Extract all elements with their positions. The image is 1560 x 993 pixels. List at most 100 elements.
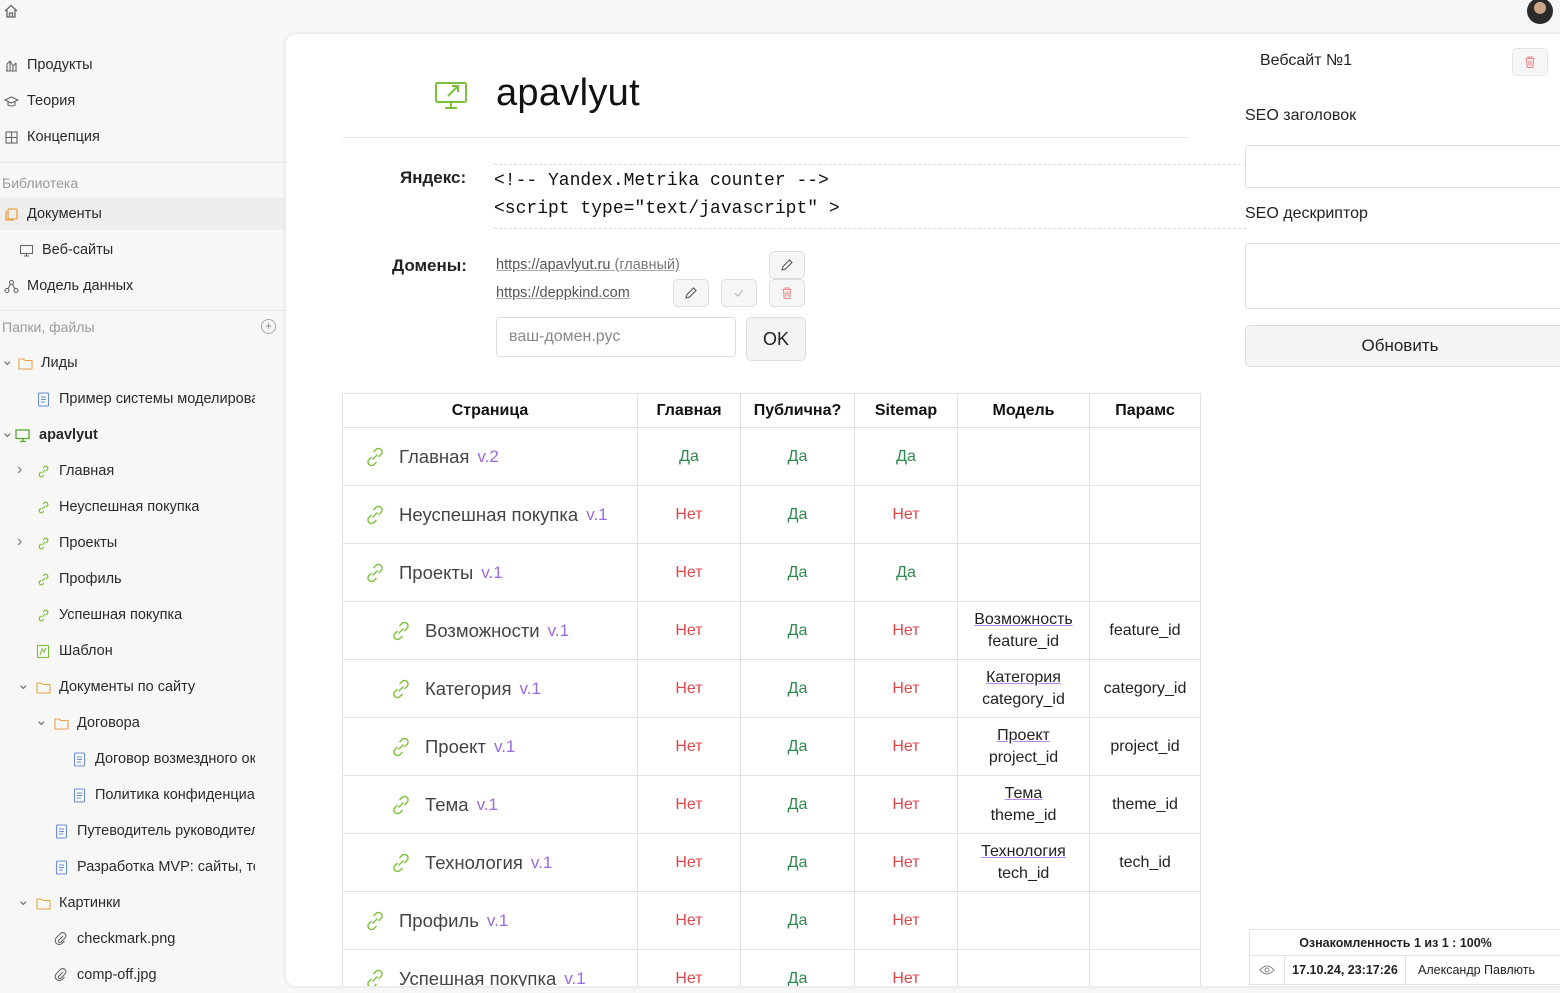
tree-item-folder[interactable]: ⌄ Картинки: [0, 887, 285, 919]
page-name[interactable]: Профиль: [399, 910, 479, 932]
page-name[interactable]: Проект: [425, 736, 486, 758]
chevron-down-icon[interactable]: ⌄: [1, 423, 14, 441]
delete-domain-button[interactable]: [769, 279, 805, 307]
page-name[interactable]: Категория: [425, 678, 511, 700]
page-cell[interactable]: Категория v.1: [342, 659, 638, 718]
sitemap-flag[interactable]: Нет: [854, 833, 958, 892]
main-flag[interactable]: Нет: [637, 775, 741, 834]
page-cell[interactable]: Проекты v.1: [342, 543, 638, 602]
page-cell[interactable]: Неуспешная покупка v.1: [342, 485, 638, 544]
sitemap-flag[interactable]: Нет: [854, 485, 958, 544]
public-flag[interactable]: Да: [740, 485, 855, 544]
page-name[interactable]: Проекты: [399, 562, 473, 584]
chevron-down-icon[interactable]: ⌄: [17, 675, 30, 693]
table-row[interactable]: Главная v.2 Да Да Да: [342, 427, 1201, 486]
page-name[interactable]: Главная: [399, 446, 469, 468]
seo-title-input[interactable]: [1245, 145, 1560, 188]
table-row[interactable]: Успешная покупка v.1 Нет Да Нет: [342, 949, 1201, 987]
library-item-2[interactable]: Веб-сайты: [0, 234, 285, 266]
tree-item-link[interactable]: Профиль: [0, 563, 285, 595]
sitemap-flag[interactable]: Нет: [854, 891, 958, 950]
public-flag[interactable]: Да: [740, 891, 855, 950]
public-flag[interactable]: Да: [740, 833, 855, 892]
public-flag[interactable]: Да: [740, 949, 855, 986]
page-cell[interactable]: Возможности v.1: [342, 601, 638, 660]
avatar[interactable]: [1527, 0, 1553, 24]
sitemap-flag[interactable]: Нет: [854, 775, 958, 834]
public-flag[interactable]: Да: [740, 775, 855, 834]
sidebar-item-3[interactable]: Концепция: [0, 121, 285, 153]
page-name[interactable]: Успешная покупка: [399, 968, 556, 987]
domain-link-secondary[interactable]: https://deppkind.com: [496, 285, 630, 301]
ok-button[interactable]: OK: [746, 317, 806, 361]
model-link[interactable]: Возможность: [958, 611, 1089, 629]
main-flag[interactable]: Да: [637, 427, 741, 486]
edit-domain-button[interactable]: [673, 279, 709, 307]
page-cell[interactable]: Проект v.1: [342, 717, 638, 776]
tree-item-doc[interactable]: Пример системы моделированияv.1: [0, 383, 285, 415]
domain-url[interactable]: https://deppkind.com: [496, 285, 630, 301]
tree-item-folder[interactable]: ⌄ Лиды: [0, 347, 285, 379]
tree-item-link[interactable]: Неуспешная покупка: [0, 491, 285, 523]
sitemap-flag[interactable]: Да: [854, 543, 958, 602]
sidebar-item-1[interactable]: Продукты: [0, 49, 285, 81]
domain-link-primary[interactable]: https://apavlyut.ru (главный): [496, 257, 680, 273]
chevron-down-icon[interactable]: ⌄: [35, 711, 48, 729]
page-name[interactable]: Возможности: [425, 620, 540, 642]
page-cell[interactable]: Профиль v.1: [342, 891, 638, 950]
page-cell[interactable]: Технология v.1: [342, 833, 638, 892]
table-row[interactable]: Проекты v.1 Нет Да Да: [342, 543, 1201, 602]
table-row[interactable]: Неуспешная покупка v.1 Нет Да Нет: [342, 485, 1201, 544]
tree-item-doc[interactable]: Путеводитель руководителяv.1: [0, 815, 285, 847]
tree-item-site[interactable]: ⌄ apavlyut: [0, 419, 285, 451]
page-name[interactable]: Неуспешная покупка: [399, 504, 578, 526]
domain-input[interactable]: ваш-домен.рус: [496, 317, 736, 357]
model-link[interactable]: Проект: [958, 727, 1089, 745]
tree-item-doc[interactable]: Договор возмездного оказанияv.2: [0, 743, 285, 775]
chevron-right-icon[interactable]: ›: [17, 533, 22, 551]
sidebar-item[interactable]: [0, 20, 285, 30]
page-name[interactable]: Тема: [425, 794, 469, 816]
sitemap-flag[interactable]: Нет: [854, 949, 958, 986]
tree-item-file[interactable]: comp-off.jpg: [0, 959, 285, 991]
add-folder-icon[interactable]: +: [261, 319, 276, 334]
tree-item-folder[interactable]: ⌄ Документы по сайту: [0, 671, 285, 703]
table-row[interactable]: Тема v.1 Нет Да Нет Тема theme_id theme_id: [342, 775, 1201, 834]
public-flag[interactable]: Да: [740, 427, 855, 486]
tree-item-doc[interactable]: Разработка MVP: сайты, телеграмv.1: [0, 851, 285, 883]
page-name[interactable]: Технология: [425, 852, 523, 874]
chevron-right-icon[interactable]: ›: [17, 461, 22, 479]
table-row[interactable]: Профиль v.1 Нет Да Нет: [342, 891, 1201, 950]
main-flag[interactable]: Нет: [637, 717, 741, 776]
sidebar-item-2[interactable]: Теория: [0, 85, 285, 117]
main-flag[interactable]: Нет: [637, 833, 741, 892]
sitemap-flag[interactable]: Нет: [854, 717, 958, 776]
public-flag[interactable]: Да: [740, 659, 855, 718]
home-icon[interactable]: [3, 3, 19, 19]
table-row[interactable]: Технология v.1 Нет Да Нет Технология tech_id te…: [342, 833, 1201, 892]
public-flag[interactable]: Да: [740, 543, 855, 602]
model-link[interactable]: Категория: [958, 669, 1089, 687]
tree-item-link[interactable]: ›Главнаяv.2: [0, 455, 285, 487]
sitemap-flag[interactable]: Да: [854, 427, 958, 486]
make-primary-button[interactable]: [721, 279, 757, 307]
tree-item-doc[interactable]: Политика конфиденциальностиv.1: [0, 779, 285, 811]
main-flag[interactable]: Нет: [637, 659, 741, 718]
table-row[interactable]: Возможности v.1 Нет Да Нет Возможность feature…: [342, 601, 1201, 660]
main-flag[interactable]: Нет: [637, 601, 741, 660]
model-link[interactable]: Технология: [958, 843, 1089, 861]
chevron-down-icon[interactable]: ⌄: [1, 351, 14, 369]
table-row[interactable]: Категория v.1 Нет Да Нет Категория category_id…: [342, 659, 1201, 718]
sitemap-flag[interactable]: Нет: [854, 601, 958, 660]
update-button[interactable]: Обновить: [1245, 325, 1560, 367]
tree-item-file[interactable]: checkmark.png: [0, 923, 285, 955]
sitemap-flag[interactable]: Нет: [854, 659, 958, 718]
public-flag[interactable]: Да: [740, 601, 855, 660]
page-cell[interactable]: Главная v.2: [342, 427, 638, 486]
main-flag[interactable]: Нет: [637, 543, 741, 602]
delete-website-button[interactable]: [1512, 48, 1548, 76]
page-cell[interactable]: Успешная покупка v.1: [342, 949, 638, 987]
chevron-down-icon[interactable]: ⌄: [17, 891, 30, 909]
page-cell[interactable]: Тема v.1: [342, 775, 638, 834]
table-row[interactable]: Проект v.1 Нет Да Нет Проект project_id project…: [342, 717, 1201, 776]
